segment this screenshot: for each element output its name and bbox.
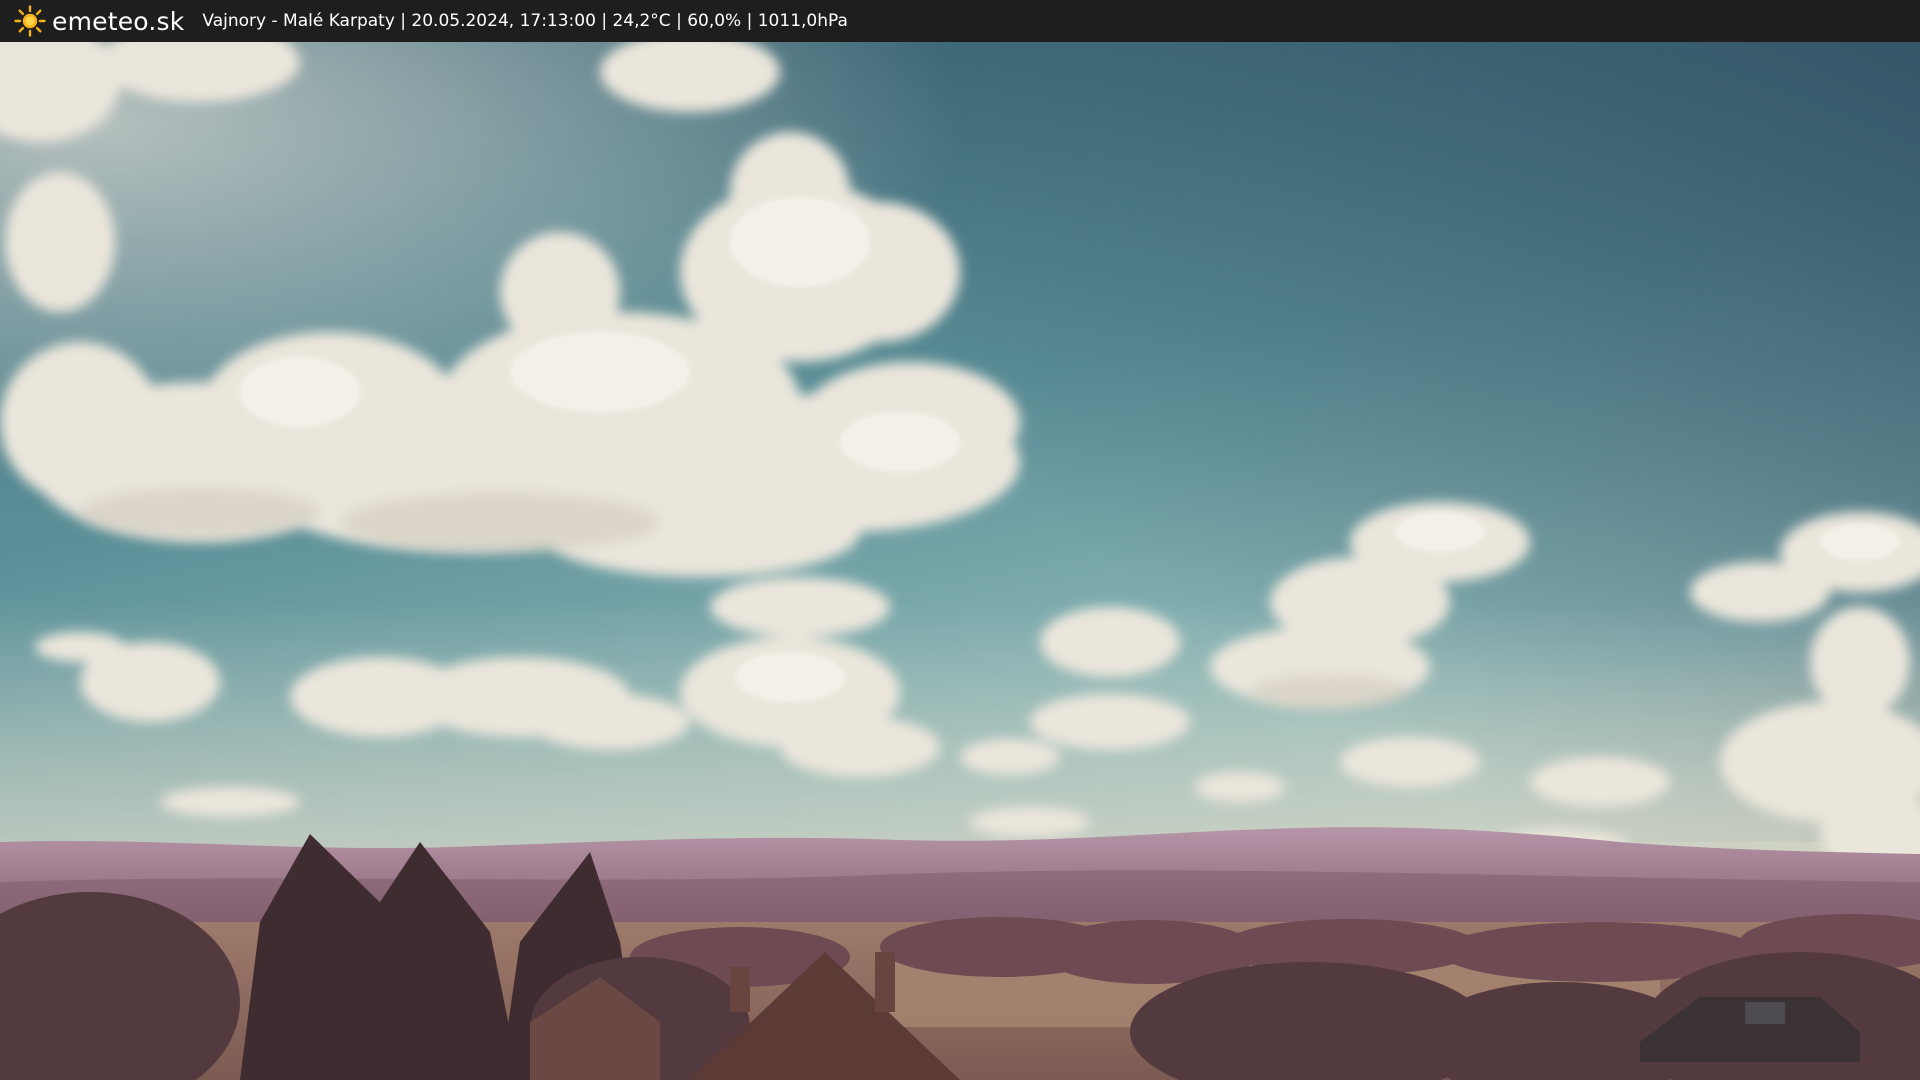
emeteo-logo[interactable]: emeteo.sk bbox=[14, 5, 184, 37]
sun-icon bbox=[14, 5, 46, 37]
webcam-image bbox=[0, 42, 1920, 1080]
webcam-caption: Vajnory - Malé Karpaty | 20.05.2024, 17:… bbox=[202, 11, 848, 31]
brand-name: emeteo.sk bbox=[52, 6, 185, 36]
webcam-scene bbox=[0, 42, 1920, 1080]
top-info-bar: emeteo.sk Vajnory - Malé Karpaty | 20.05… bbox=[0, 0, 1920, 42]
